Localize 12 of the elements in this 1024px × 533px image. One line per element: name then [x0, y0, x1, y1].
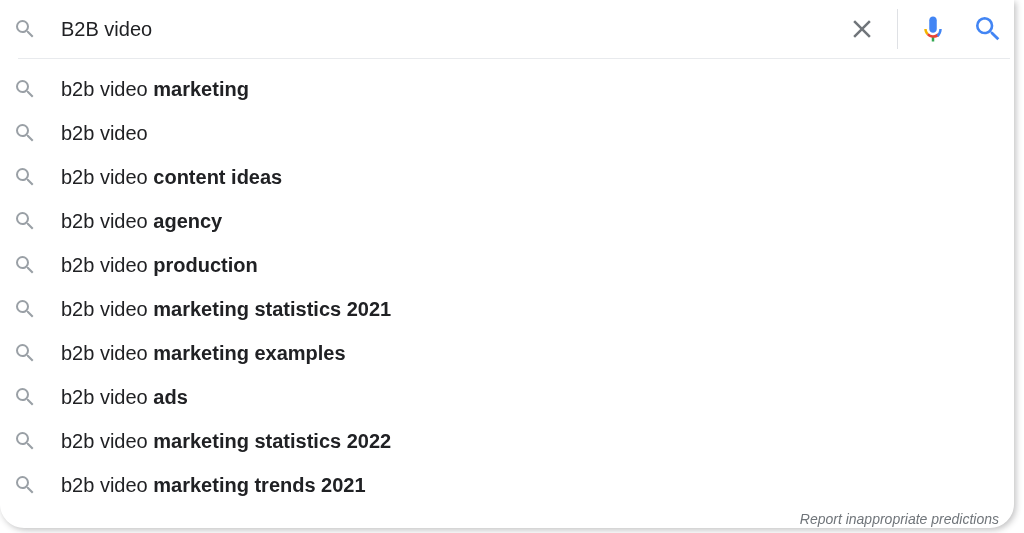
suggestion-item[interactable]: b2b video ads [61, 385, 188, 409]
suggestion-item[interactable]: b2b video [61, 121, 148, 145]
suggestion-item[interactable]: b2b video marketing statistics 2021 [61, 297, 392, 321]
suggestion-item[interactable]: b2b video marketing examples [61, 341, 346, 365]
suggestion-item[interactable]: b2b video marketing statistics 2022 [61, 429, 392, 453]
report-link[interactable]: Report inappropriate predictions [799, 511, 999, 527]
search-field[interactable]: B2B video [61, 17, 847, 41]
suggestion-item[interactable]: b2b video marketing [61, 77, 249, 101]
suggestion-item[interactable]: b2b video content ideas [61, 165, 283, 189]
suggestion-item[interactable]: b2b video marketing trends 2021 [61, 473, 366, 497]
suggestion-item[interactable]: b2b video agency [61, 209, 223, 233]
suggestion-item[interactable]: b2b video production [61, 253, 258, 277]
